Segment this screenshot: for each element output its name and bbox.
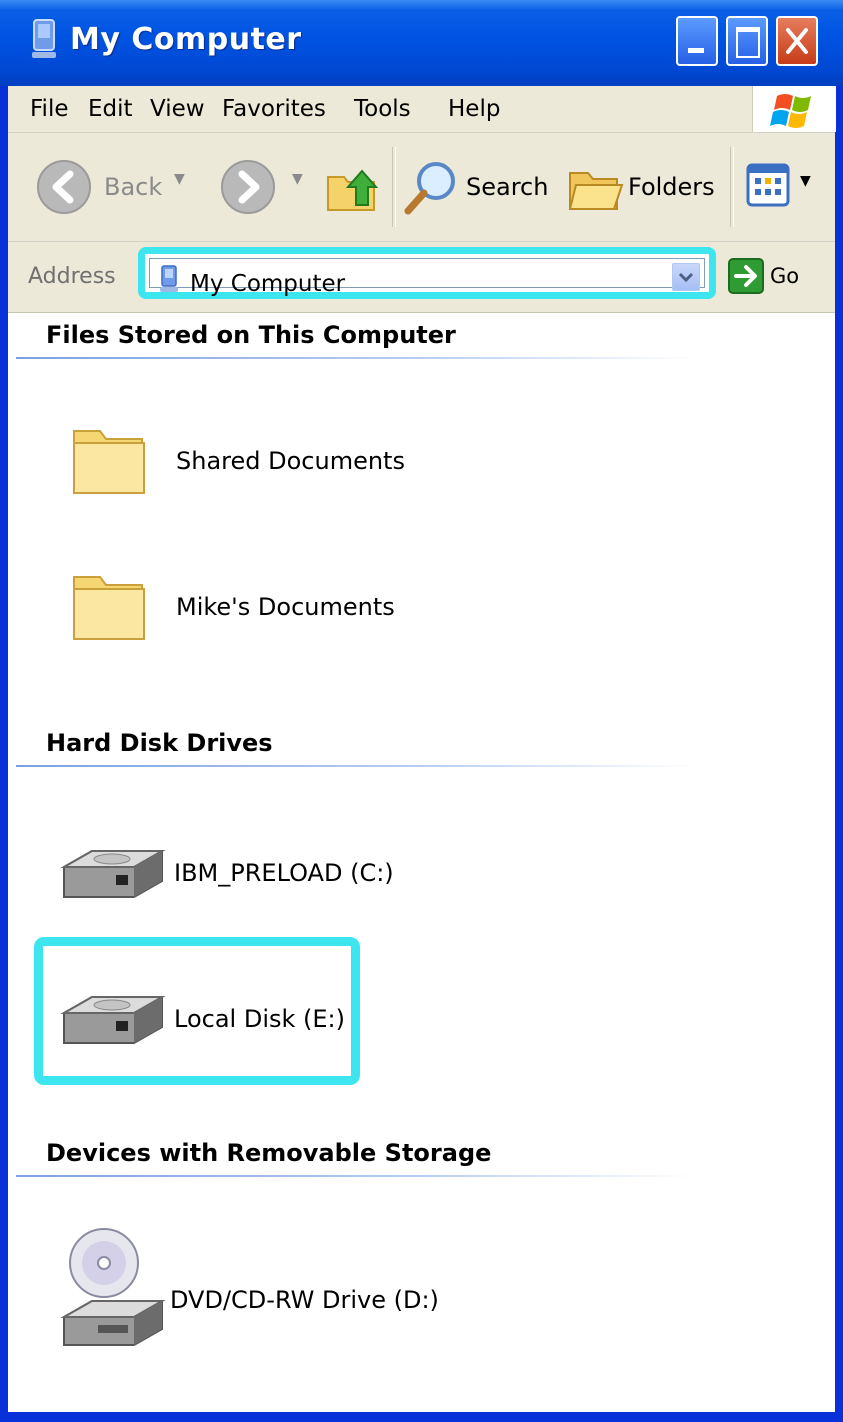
go-button[interactable]: Go bbox=[724, 256, 814, 296]
close-icon bbox=[786, 28, 808, 54]
item-label: Shared Documents bbox=[176, 447, 405, 475]
dvd-drive-item[interactable]: DVD/CD-RW Drive (D:) bbox=[58, 1213, 439, 1363]
back-dropdown-arrow[interactable]: ▼ bbox=[174, 171, 185, 187]
menu-tools[interactable]: Tools bbox=[354, 96, 411, 122]
folders-button[interactable]: Folders bbox=[566, 157, 716, 217]
drive-e-highlight bbox=[34, 937, 360, 1085]
views-grid-icon bbox=[746, 163, 790, 207]
forward-button[interactable]: ▼ bbox=[218, 157, 314, 217]
item-label: IBM_PRELOAD (C:) bbox=[174, 859, 394, 887]
views-button[interactable]: ▼ bbox=[746, 163, 822, 211]
search-label: Search bbox=[466, 173, 549, 201]
up-folder-icon bbox=[327, 169, 379, 211]
views-dropdown-arrow[interactable]: ▼ bbox=[800, 173, 811, 189]
menu-edit[interactable]: Edit bbox=[88, 96, 133, 122]
group-title-files-stored: Files Stored on This Computer bbox=[46, 321, 456, 349]
maximize-button[interactable] bbox=[726, 16, 768, 66]
menu-view[interactable]: View bbox=[150, 96, 205, 122]
back-label: Back bbox=[104, 173, 163, 201]
my-computer-icon bbox=[32, 19, 56, 58]
group-divider bbox=[16, 1175, 696, 1177]
window-title: My Computer bbox=[70, 22, 302, 57]
title-bar[interactable]: My Computer bbox=[0, 0, 843, 86]
shared-documents-item[interactable]: Shared Documents bbox=[62, 409, 405, 509]
folders-label: Folders bbox=[628, 173, 715, 201]
drive-c-item[interactable]: IBM_PRELOAD (C:) bbox=[58, 827, 398, 927]
folders-icon bbox=[568, 172, 624, 210]
folder-icon bbox=[73, 430, 145, 494]
forward-dropdown-arrow[interactable]: ▼ bbox=[292, 171, 303, 187]
explorer-window: My Computer File Edit View Favorites Too… bbox=[0, 0, 843, 1422]
item-label: Mike's Documents bbox=[176, 593, 395, 621]
mikes-documents-item[interactable]: Mike's Documents bbox=[62, 555, 395, 655]
hard-drive-icon bbox=[60, 850, 166, 898]
search-button[interactable]: Search bbox=[402, 157, 552, 217]
go-arrow-icon bbox=[728, 258, 764, 294]
toolbar: Back ▼ ▼ Search Folders ▼ bbox=[8, 133, 835, 242]
menu-help[interactable]: Help bbox=[448, 96, 500, 122]
forward-arrow-icon bbox=[221, 160, 275, 214]
up-folder-button[interactable] bbox=[322, 157, 382, 217]
group-title-removable-storage: Devices with Removable Storage bbox=[46, 1139, 492, 1167]
back-button[interactable]: Back ▼ bbox=[34, 157, 185, 217]
minimize-button[interactable] bbox=[676, 16, 718, 66]
dvd-drive-icon bbox=[60, 1228, 166, 1346]
chevron-down-icon bbox=[678, 272, 694, 283]
menu-file[interactable]: File bbox=[30, 96, 69, 122]
address-input[interactable]: My Computer bbox=[149, 258, 705, 297]
content-pane: Files Stored on This Computer Shared Doc… bbox=[8, 313, 835, 1412]
search-icon bbox=[404, 162, 455, 215]
toolbar-separator bbox=[730, 147, 734, 227]
address-bar: Address My Computer Go bbox=[8, 242, 835, 313]
menu-bar: File Edit View Favorites Tools Help bbox=[8, 86, 836, 133]
back-arrow-icon bbox=[37, 160, 91, 214]
group-divider bbox=[16, 765, 696, 767]
address-field[interactable]: My Computer bbox=[138, 247, 716, 299]
windows-logo-icon bbox=[752, 86, 836, 132]
folder-icon bbox=[73, 576, 145, 640]
address-dropdown-button[interactable] bbox=[672, 263, 700, 291]
address-value: My Computer bbox=[190, 271, 346, 297]
close-button[interactable] bbox=[776, 16, 818, 66]
group-title-hard-disk-drives: Hard Disk Drives bbox=[46, 729, 273, 757]
toolbar-separator bbox=[392, 147, 396, 227]
go-label: Go bbox=[770, 264, 800, 288]
menu-favorites[interactable]: Favorites bbox=[222, 96, 326, 122]
item-label: DVD/CD-RW Drive (D:) bbox=[170, 1286, 439, 1314]
group-divider bbox=[16, 357, 696, 359]
address-label: Address bbox=[28, 264, 116, 289]
my-computer-icon bbox=[160, 265, 178, 292]
